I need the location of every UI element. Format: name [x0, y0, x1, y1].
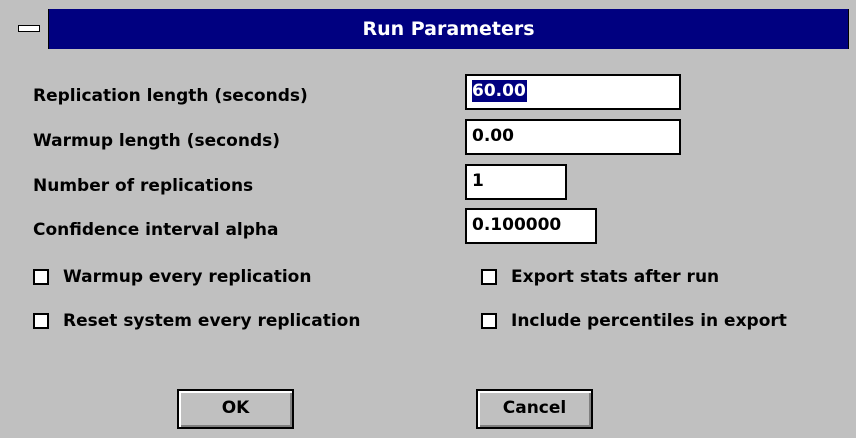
confidence-interval-alpha-value: 0.100000 — [472, 215, 562, 235]
confidence-interval-alpha-input[interactable]: 0.100000 — [465, 208, 597, 244]
checkbox-box[interactable] — [481, 269, 497, 285]
export-stats-after-run-label: Export stats after run — [511, 267, 720, 287]
checkbox-box[interactable] — [481, 313, 497, 329]
warmup-every-replication-label: Warmup every replication — [63, 267, 312, 287]
number-of-replications-input[interactable]: 1 — [465, 164, 567, 200]
checkbox-box[interactable] — [33, 269, 49, 285]
replication-length-value: 60.00 — [472, 80, 527, 102]
warmup-length-input[interactable]: 0.00 — [465, 119, 681, 155]
number-of-replications-label: Number of replications — [33, 176, 254, 196]
replication-length-input[interactable]: 60.00 — [465, 74, 681, 110]
system-menu-button[interactable] — [9, 9, 49, 49]
ok-button[interactable]: OK — [177, 389, 294, 429]
warmup-length-label: Warmup length (seconds) — [33, 131, 281, 151]
window-title: Run Parameters — [362, 18, 535, 40]
warmup-length-value: 0.00 — [472, 126, 514, 146]
number-of-replications-value: 1 — [472, 171, 484, 191]
title-bar[interactable]: Run Parameters — [9, 9, 849, 49]
include-percentiles-in-export-checkbox[interactable]: Include percentiles in export — [481, 309, 787, 333]
reset-system-every-replication-checkbox[interactable]: Reset system every replication — [33, 309, 360, 333]
warmup-every-replication-checkbox[interactable]: Warmup every replication — [33, 265, 311, 289]
reset-system-every-replication-label: Reset system every replication — [63, 311, 361, 331]
run-parameters-dialog: Run Parameters Replication length (secon… — [0, 0, 856, 438]
include-percentiles-in-export-label: Include percentiles in export — [511, 311, 787, 331]
export-stats-after-run-checkbox[interactable]: Export stats after run — [481, 265, 719, 289]
replication-length-label: Replication length (seconds) — [33, 86, 308, 106]
confidence-interval-alpha-label: Confidence interval alpha — [33, 220, 279, 240]
minus-bar-icon — [18, 25, 40, 32]
cancel-button[interactable]: Cancel — [476, 389, 593, 429]
checkbox-box[interactable] — [33, 313, 49, 329]
